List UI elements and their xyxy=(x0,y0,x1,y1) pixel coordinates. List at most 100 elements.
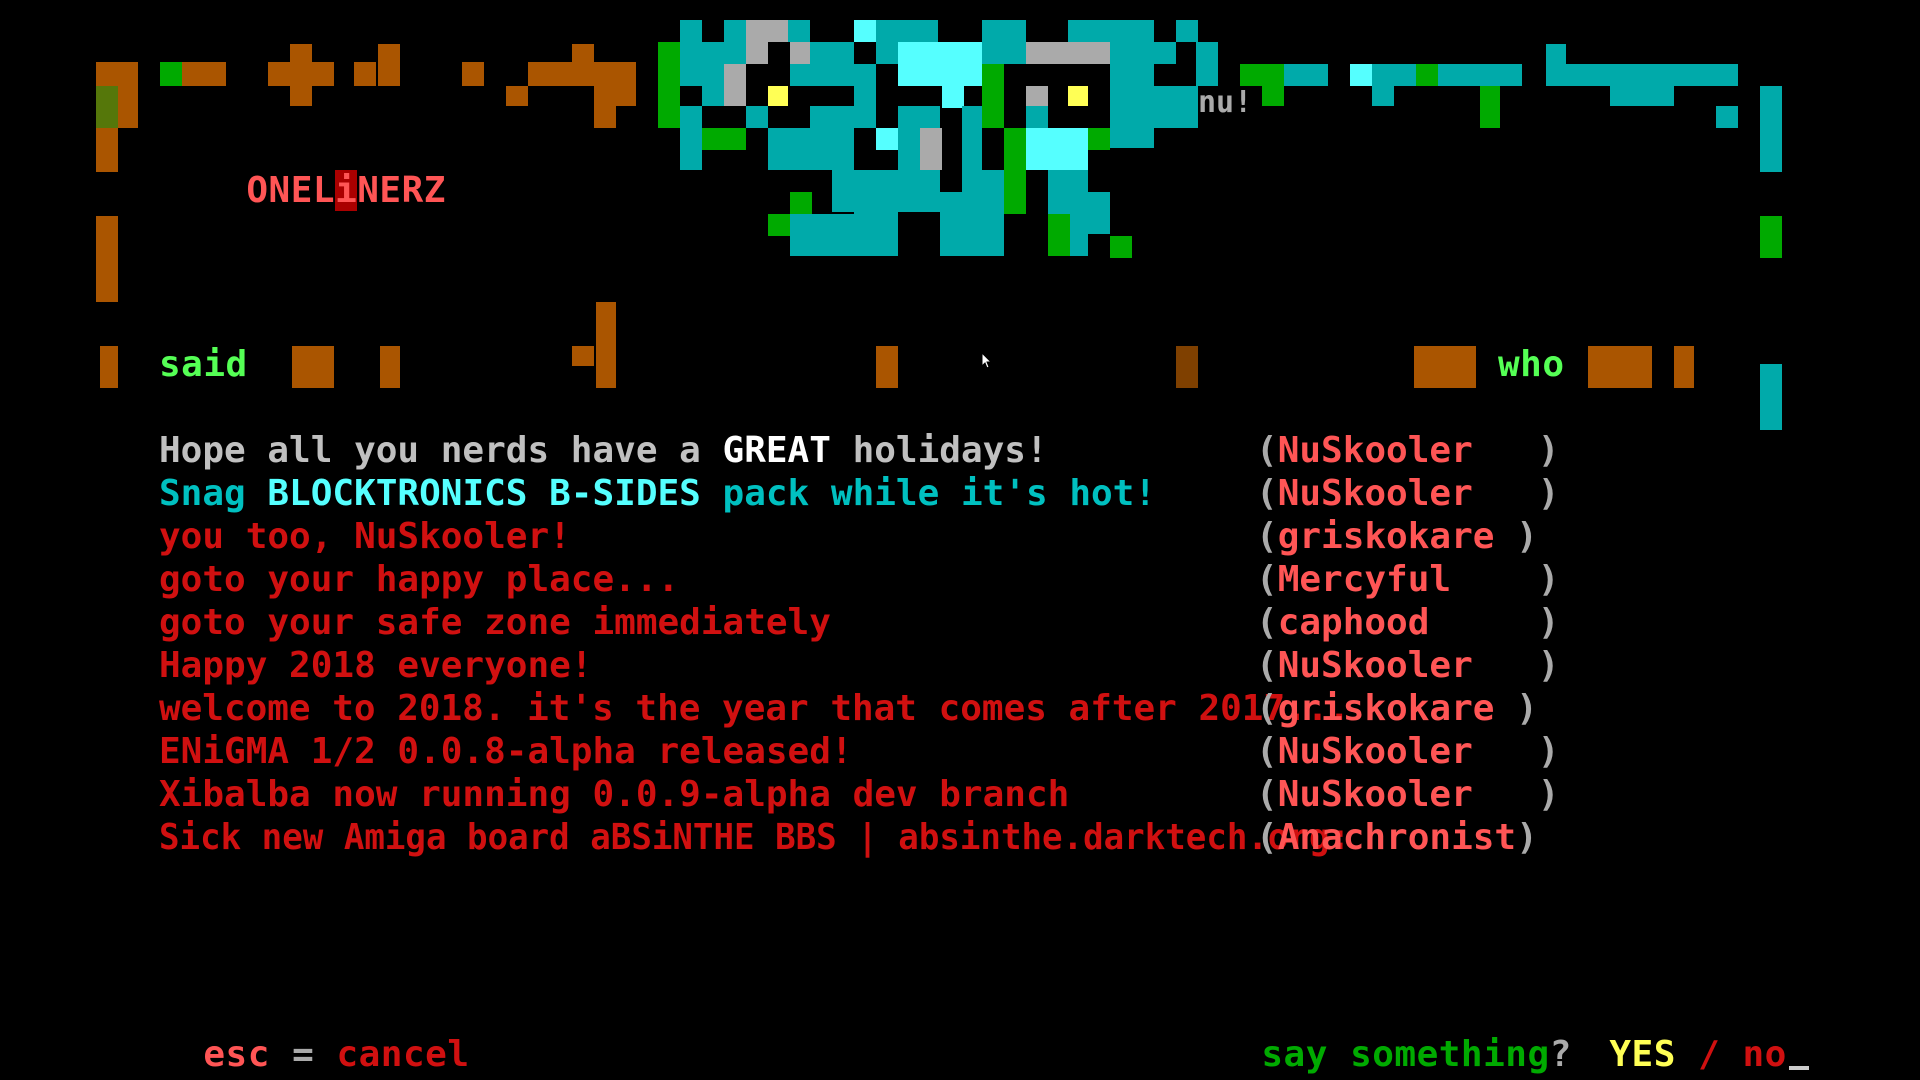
author-name: griskokare xyxy=(1277,516,1495,557)
art-block xyxy=(962,170,1004,256)
art-block xyxy=(354,62,376,86)
message-segment: ENiGMA 1/2 0.0.8-alpha released! xyxy=(159,731,853,772)
art-block xyxy=(876,42,898,64)
oneliner-row[interactable]: goto your happy place... (Mercyful ) xyxy=(159,559,1719,601)
oneliner-row[interactable]: welcome to 2018. it's the year that come… xyxy=(159,688,1719,730)
oneliner-row[interactable]: ENiGMA 1/2 0.0.8-alpha released! (NuSkool… xyxy=(159,731,1719,773)
author-name: Anachronist xyxy=(1277,817,1517,858)
art-block xyxy=(528,62,636,86)
art-block xyxy=(1284,64,1328,86)
message-segment: holidays! xyxy=(830,430,1048,471)
author-padding xyxy=(1451,559,1538,600)
art-block xyxy=(572,44,594,64)
art-block xyxy=(292,346,334,388)
art-block xyxy=(962,106,982,170)
art-block xyxy=(378,44,400,86)
say-prefix: say xyxy=(1261,1034,1351,1075)
art-block xyxy=(920,128,942,170)
art-block xyxy=(1760,86,1782,130)
art-block xyxy=(1110,106,1154,148)
paren-open: ( xyxy=(1256,645,1278,686)
art-block xyxy=(96,86,118,128)
art-block xyxy=(876,20,938,42)
message-segment: Sick new Amiga board aBSiNTHE BBS | absi… xyxy=(159,817,1351,858)
yes-option[interactable]: YES xyxy=(1609,1034,1676,1075)
art-block xyxy=(790,214,832,256)
author-name: NuSkooler xyxy=(1277,731,1473,772)
oneliner-row[interactable]: Snag BLOCKTRONICS B-SIDES pack while it'… xyxy=(159,473,1719,515)
equals-sign: = xyxy=(292,1034,315,1075)
art-block xyxy=(876,128,898,150)
art-block xyxy=(1026,86,1048,108)
art-block xyxy=(1048,214,1070,256)
cancel-hint[interactable]: esc = cancel xyxy=(159,992,470,1076)
art-block xyxy=(1110,236,1132,258)
author-padding xyxy=(1494,516,1516,557)
art-block xyxy=(854,106,876,128)
oneliner-row[interactable]: you too, NuSkooler! (griskokare ) xyxy=(159,516,1719,558)
art-block xyxy=(680,20,702,42)
art-block xyxy=(1480,86,1500,128)
paren-open: ( xyxy=(1256,731,1278,772)
yes-no-selector[interactable]: YES / no xyxy=(1565,992,1809,1076)
art-block xyxy=(1026,128,1088,170)
author-name: Mercyful xyxy=(1277,559,1452,600)
message-segment: BLOCKTRONICS B-SIDES xyxy=(267,473,701,514)
art-block xyxy=(724,20,746,42)
oneliner-message: goto your safe zone immediately xyxy=(159,602,831,644)
message-segment: GREAT xyxy=(722,430,831,471)
oneliner-message: Hope all you nerds have a GREAT holidays… xyxy=(159,430,1048,472)
art-block xyxy=(768,86,788,106)
oneliner-message: goto your happy place... xyxy=(159,559,679,601)
paren-close: ) xyxy=(1537,430,1560,471)
art-block xyxy=(768,214,790,236)
oneliner-row[interactable]: Hope all you nerds have a GREAT holidays… xyxy=(159,430,1719,472)
paren-close: ) xyxy=(1537,602,1560,643)
art-block xyxy=(788,20,810,42)
art-block xyxy=(462,62,484,86)
message-segment: you too, NuSkooler! xyxy=(159,516,571,557)
oneliner-message: welcome to 2018. it's the year that come… xyxy=(159,688,1350,730)
art-block xyxy=(96,216,118,302)
art-block xyxy=(1372,64,1416,86)
art-block xyxy=(1068,86,1088,106)
author-padding xyxy=(1494,688,1516,729)
art-block xyxy=(1154,86,1198,128)
oneliner-author: (NuSkooler ) xyxy=(1256,430,1559,472)
author-name: caphood xyxy=(1277,602,1430,643)
oneliner-message: you too, NuSkooler! xyxy=(159,516,571,558)
art-block xyxy=(1176,346,1198,388)
art-block xyxy=(1416,64,1438,86)
author-padding xyxy=(1473,774,1538,815)
paren-open: ( xyxy=(1256,774,1278,815)
no-option[interactable]: no xyxy=(1742,1034,1786,1075)
art-block xyxy=(1088,128,1110,150)
title-prefix: ONEL xyxy=(246,170,336,211)
oneliner-author: (NuSkooler ) xyxy=(1256,731,1559,773)
art-block xyxy=(1372,86,1394,106)
art-block xyxy=(572,346,594,366)
text-cursor xyxy=(1788,1066,1809,1070)
said-column-label: said xyxy=(159,344,248,385)
paren-open: ( xyxy=(1256,473,1278,514)
paren-open: ( xyxy=(1256,602,1278,643)
art-block xyxy=(832,170,854,212)
art-block xyxy=(876,170,898,256)
art-block xyxy=(160,62,182,86)
author-padding xyxy=(1429,602,1537,643)
oneliner-row[interactable]: Xibalba now running 0.0.9-alpha dev bran… xyxy=(159,774,1719,816)
message-segment: Happy 2018 everyone! xyxy=(159,645,593,686)
author-padding xyxy=(1473,430,1538,471)
art-block xyxy=(680,106,702,170)
cancel-label: cancel xyxy=(336,1034,470,1075)
art-block xyxy=(1350,64,1372,86)
art-block xyxy=(768,128,810,170)
oneliner-row[interactable]: Sick new Amiga board aBSiNTHE BBS | absi… xyxy=(159,817,1719,859)
mouse-pointer-icon xyxy=(981,352,993,369)
oneliner-row[interactable]: Happy 2018 everyone! (NuSkooler ) xyxy=(159,645,1719,687)
oneliner-message: Happy 2018 everyone! xyxy=(159,645,592,687)
oneliner-row[interactable]: goto your safe zone immediately (caphood … xyxy=(159,602,1719,644)
art-block xyxy=(982,20,1026,42)
art-block xyxy=(594,86,616,128)
art-block xyxy=(1438,64,1522,86)
